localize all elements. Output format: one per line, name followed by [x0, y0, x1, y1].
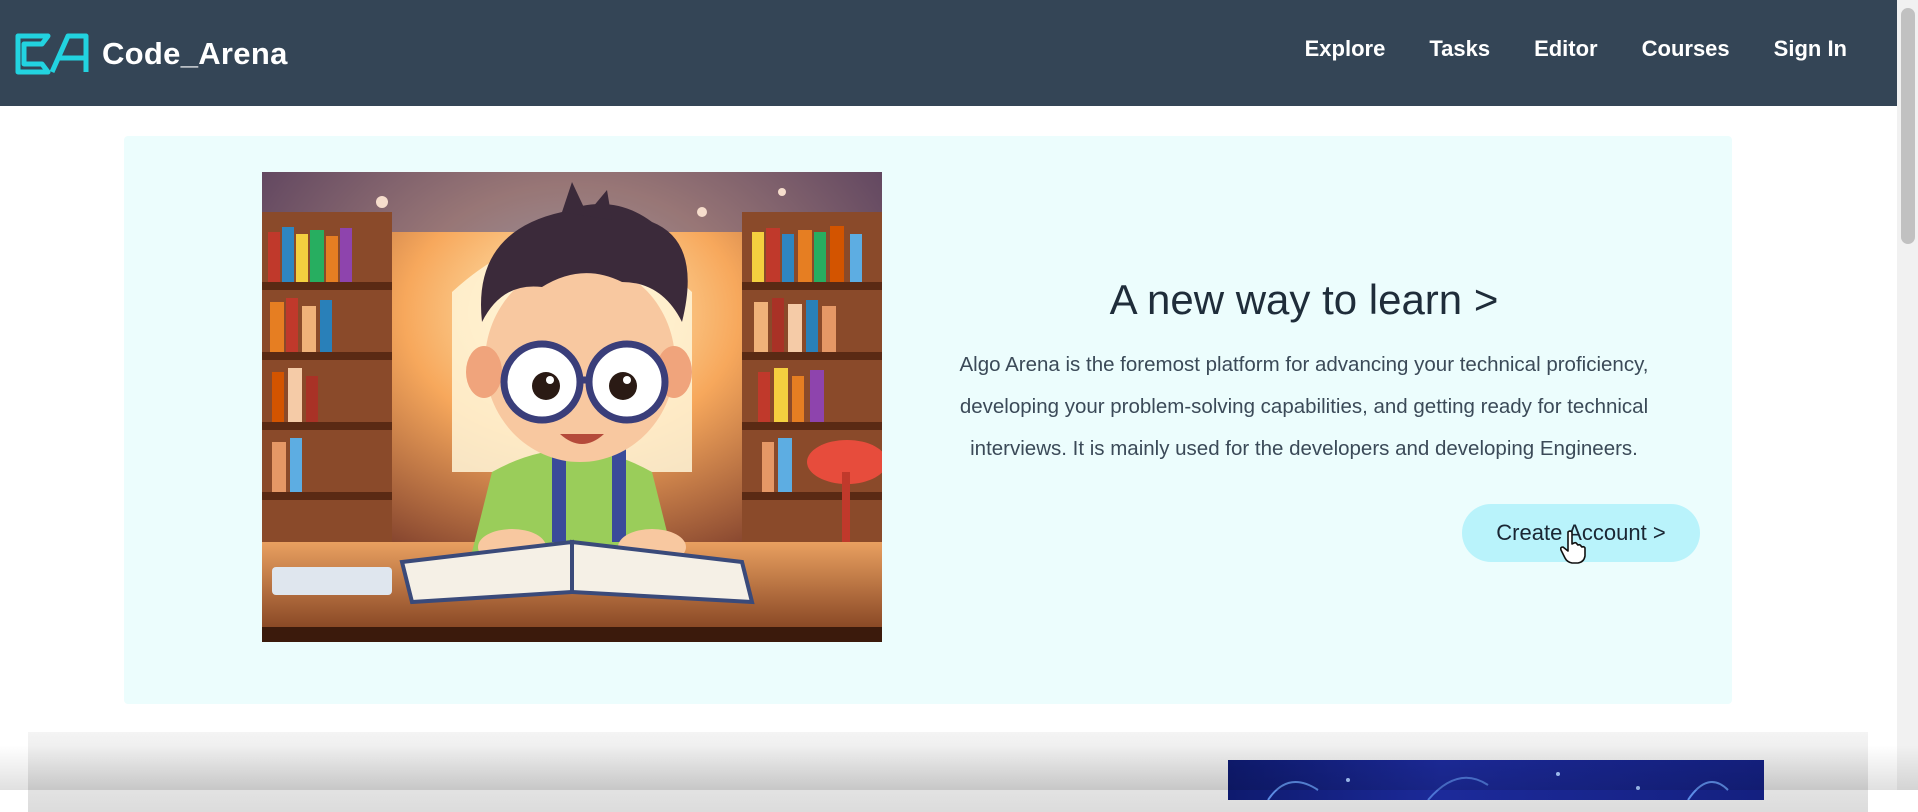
scrollbar-thumb[interactable] — [1901, 8, 1915, 244]
hero-section: A new way to learn > Algo Arena is the f… — [124, 136, 1732, 704]
hero-description: Algo Arena is the foremost platform for … — [959, 353, 1649, 460]
nav-editor-link[interactable]: Editor — [1534, 36, 1598, 62]
nav-links: Explore Tasks Editor Courses Sign In — [1305, 36, 1847, 62]
nav-courses-link[interactable]: Courses — [1642, 36, 1730, 62]
hand-pointer-cursor-icon — [1560, 530, 1586, 564]
hero-title: A new way to learn > — [1109, 276, 1499, 323]
code-arena-logo-icon — [15, 33, 89, 75]
hero-text-block: A new way to learn > Algo Arena is the f… — [924, 276, 1684, 470]
hero-illustration — [262, 172, 882, 642]
top-navbar: Code_Arena Explore Tasks Editor Courses … — [0, 0, 1897, 106]
abstract-network-image-icon — [1267, 772, 1729, 800]
nav-explore-link[interactable]: Explore — [1305, 36, 1386, 62]
nav-tasks-link[interactable]: Tasks — [1429, 36, 1490, 62]
boy-reading-book-illustration-icon — [262, 172, 882, 642]
brand-home-link[interactable]: Code_Arena — [12, 30, 288, 78]
page-scrollbar[interactable] — [1897, 0, 1918, 790]
nav-signin-link[interactable]: Sign In — [1774, 36, 1847, 62]
brand-name: Code_Arena — [102, 36, 288, 71]
next-section-image — [1228, 760, 1764, 800]
